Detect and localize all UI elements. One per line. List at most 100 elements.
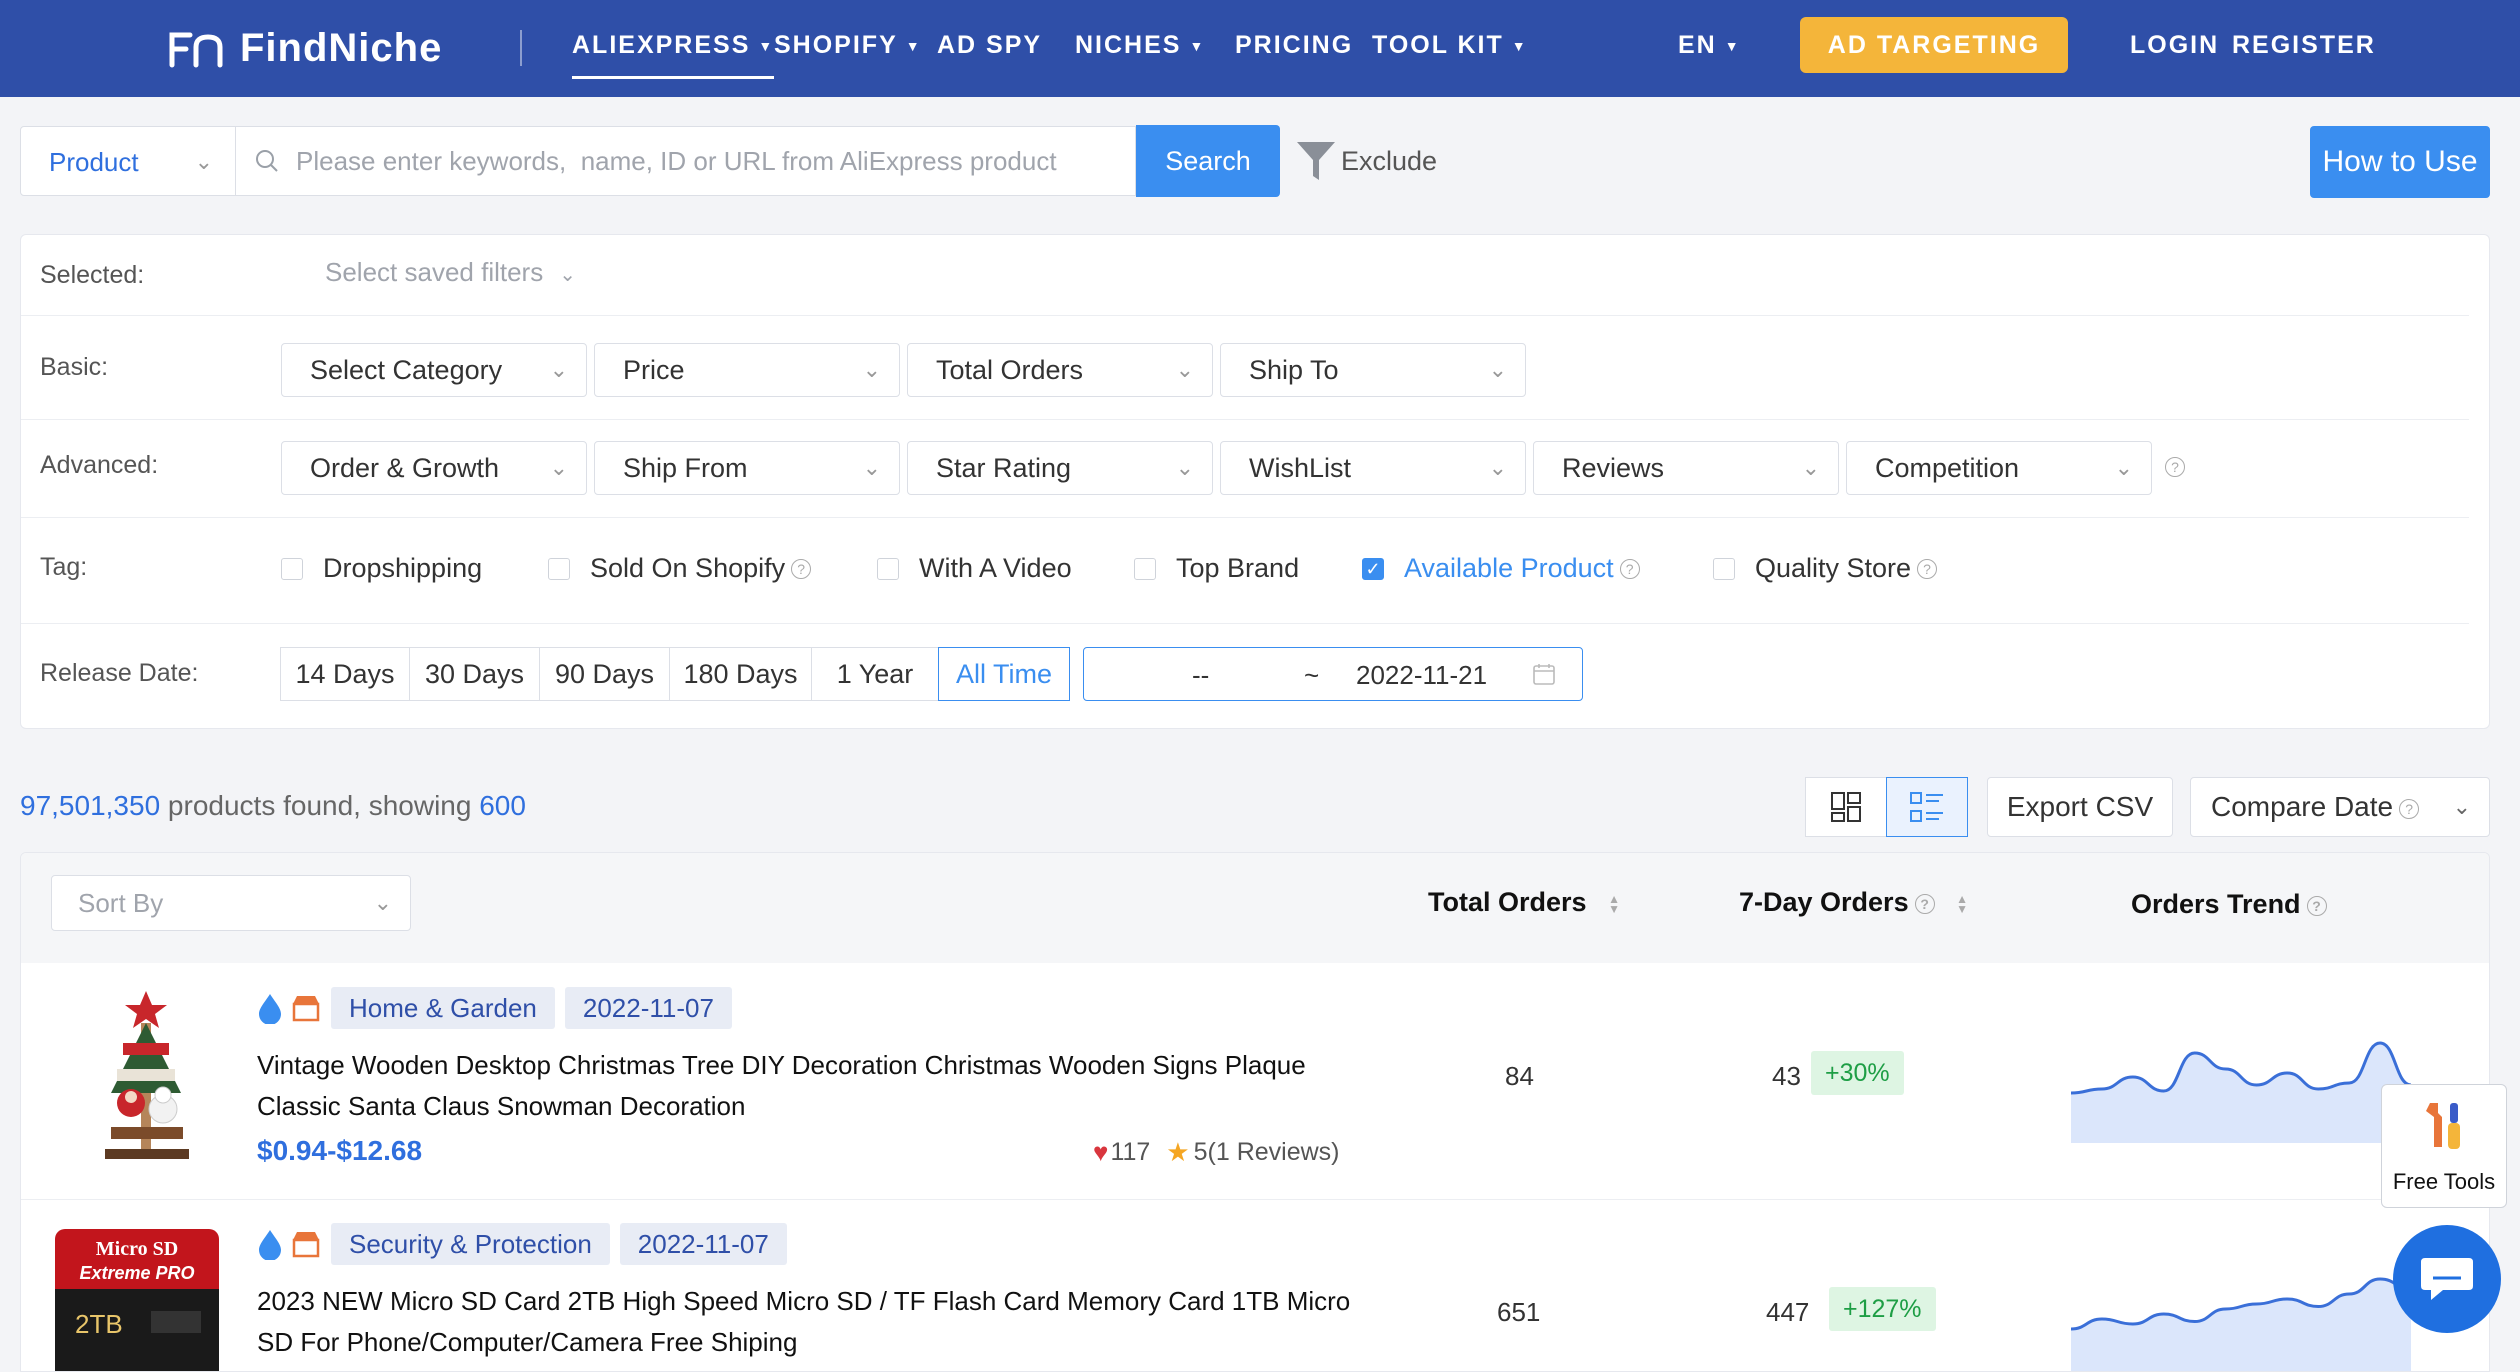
divider — [21, 517, 2469, 518]
col-total-orders[interactable]: Total Orders ▲ ▼ — [1428, 887, 1620, 918]
product-title[interactable]: 2023 NEW Micro SD Card 2TB High Speed Mi… — [257, 1281, 1367, 1363]
checkbox[interactable] — [281, 557, 303, 580]
help-icon[interactable]: ? — [2165, 457, 2185, 477]
help-icon[interactable]: ? — [2399, 798, 2420, 819]
release-1-year[interactable]: 1 Year — [811, 647, 939, 701]
ship-from-dropdown[interactable]: Ship From ⌄ — [594, 441, 900, 495]
language-select[interactable]: EN ▼ — [1678, 0, 1741, 97]
release-90-days[interactable]: 90 Days — [539, 647, 670, 701]
release-14-days[interactable]: 14 Days — [280, 647, 410, 701]
caret-down-icon: ▼ — [905, 38, 922, 55]
star-icon: ★ — [1166, 1137, 1190, 1167]
order-growth-dropdown[interactable]: Order & Growth ⌄ — [281, 441, 587, 495]
nav-separator — [520, 30, 522, 66]
checkbox[interactable] — [1134, 557, 1156, 580]
release-30-days[interactable]: 30 Days — [409, 647, 540, 701]
category-chip[interactable]: Home & Garden — [331, 987, 555, 1029]
search-button[interactable]: Search — [1136, 125, 1280, 197]
orders-trend-sparkline — [2071, 1041, 2411, 1143]
register-link[interactable]: REGISTER — [2232, 0, 2376, 97]
caret-down-icon: ▼ — [758, 38, 775, 55]
store-icon — [292, 996, 320, 1022]
col-total-orders-label: Total Orders — [1428, 887, 1587, 917]
list-view-icon — [1910, 792, 1943, 822]
date-to: 2022-11-21 — [1356, 660, 1488, 690]
seven-day-orders-value: 447 — [1766, 1297, 1810, 1327]
chevron-down-icon: ⌄ — [862, 455, 881, 480]
chat-button[interactable] — [2393, 1225, 2501, 1333]
grid-view-button[interactable] — [1805, 777, 1887, 837]
chevron-down-icon: ⌄ — [549, 357, 568, 382]
tag-dropshipping[interactable]: Dropshipping — [281, 553, 482, 584]
card-model-text: Extreme PRO — [79, 1263, 194, 1283]
compare-date-select[interactable]: Compare Date? ⌄ — [2190, 777, 2490, 837]
checkbox[interactable] — [1713, 557, 1735, 580]
tag-label-text: Sold On Shopify — [590, 553, 786, 583]
checkbox-checked[interactable]: ✓ — [1362, 557, 1384, 580]
exclude-button[interactable]: Exclude — [1295, 138, 1437, 184]
chevron-down-icon: ⌄ — [1175, 455, 1194, 480]
advanced-label: Advanced: — [40, 451, 159, 479]
how-to-use-button[interactable]: How to Use — [2310, 126, 2490, 198]
help-icon[interactable]: ? — [1917, 558, 1938, 579]
chevron-down-icon: ⌄ — [2452, 794, 2471, 819]
ship-to-dropdown[interactable]: Ship To ⌄ — [1220, 343, 1526, 397]
product-title[interactable]: Vintage Wooden Desktop Christmas Tree DI… — [257, 1045, 1367, 1127]
login-link[interactable]: LOGIN — [2130, 0, 2219, 97]
nav-aliexpress[interactable]: ALIEXPRESS ▼ — [572, 0, 775, 97]
help-icon[interactable]: ? — [791, 558, 812, 579]
list-view-button[interactable] — [1886, 777, 1968, 837]
checkbox[interactable] — [877, 557, 899, 580]
table-row[interactable]: Home & Garden 2022-11-07 Vintage Wooden … — [21, 963, 2489, 1200]
reviews-dropdown[interactable]: Reviews ⌄ — [1533, 441, 1839, 495]
nav-shopify[interactable]: SHOPIFY ▼ — [774, 0, 922, 97]
select-category-dropdown[interactable]: Select Category ⌄ — [281, 343, 587, 397]
price-dropdown[interactable]: Price ⌄ — [594, 343, 900, 397]
logo[interactable]: FindNiche — [166, 18, 442, 78]
tag-label-text: Dropshipping — [323, 553, 483, 583]
export-csv-button[interactable]: Export CSV — [1987, 777, 2173, 837]
date-range-picker[interactable]: -- ~ 2022-11-21 — [1083, 647, 1583, 701]
checkbox[interactable] — [548, 557, 570, 580]
tag-with-a-video[interactable]: With A Video — [877, 553, 1072, 584]
competition-dropdown[interactable]: Competition ⌄ — [1846, 441, 2152, 495]
table-header: Sort By ⌄ Total Orders ▲ ▼ 7-Day Orders? … — [21, 853, 2489, 963]
saved-filters-select[interactable]: Select saved filters ⌄ — [325, 257, 576, 288]
category-chip[interactable]: Security & Protection — [331, 1223, 610, 1265]
table-row[interactable]: Micro SD Extreme PRO 2TB Security & Prot… — [21, 1199, 2489, 1372]
help-icon[interactable]: ? — [2306, 895, 2327, 916]
product-thumbnail[interactable] — [51, 983, 241, 1173]
tag-quality-store[interactable]: Quality Store? — [1713, 553, 1938, 584]
nav-pricing[interactable]: PRICING — [1235, 0, 1353, 97]
nav-tool-kit[interactable]: TOOL KIT ▼ — [1372, 0, 1528, 97]
tag-available-product[interactable]: ✓ Available Product? — [1362, 553, 1640, 584]
product-thumbnail[interactable]: Micro SD Extreme PRO 2TB — [51, 1219, 241, 1372]
heart-icon: ♥ — [1093, 1137, 1109, 1167]
ad-targeting-button[interactable]: AD TARGETING — [1800, 17, 2068, 73]
nav-ad-spy[interactable]: AD SPY — [937, 0, 1042, 97]
sort-by-select[interactable]: Sort By ⌄ — [51, 875, 411, 931]
seven-day-orders-value: 43 — [1772, 1061, 1801, 1091]
sort-arrows-icon[interactable]: ▲ ▼ — [1956, 893, 1968, 915]
col-7day-orders[interactable]: 7-Day Orders? ▲ ▼ — [1739, 887, 1968, 918]
help-icon[interactable]: ? — [1914, 893, 1935, 914]
search-type-select[interactable]: Product ⌄ — [20, 126, 236, 196]
divider — [21, 623, 2469, 624]
wishlist-dropdown[interactable]: WishList ⌄ — [1220, 441, 1526, 495]
nav-niches[interactable]: NICHES ▼ — [1075, 0, 1205, 97]
release-all-time[interactable]: All Time — [938, 647, 1070, 701]
star-rating-dropdown[interactable]: Star Rating ⌄ — [907, 441, 1213, 495]
search-input[interactable] — [294, 144, 1118, 178]
tag-sold-on-shopify[interactable]: Sold On Shopify? — [548, 553, 812, 584]
total-orders-dropdown[interactable]: Total Orders ⌄ — [907, 343, 1213, 397]
col-7day-orders-label: 7-Day Orders — [1739, 887, 1909, 917]
release-180-days[interactable]: 180 Days — [669, 647, 812, 701]
help-icon[interactable]: ? — [1619, 558, 1640, 579]
chevron-down-icon: ⌄ — [862, 357, 881, 382]
tag-top-brand[interactable]: Top Brand — [1134, 553, 1299, 584]
sort-arrows-icon[interactable]: ▲ ▼ — [1608, 893, 1620, 915]
date-from: -- — [1192, 660, 1210, 690]
row-badges: Home & Garden 2022-11-07 — [257, 987, 732, 1029]
chat-icon — [2421, 1258, 2473, 1300]
free-tools-button[interactable]: Free Tools — [2381, 1084, 2507, 1208]
